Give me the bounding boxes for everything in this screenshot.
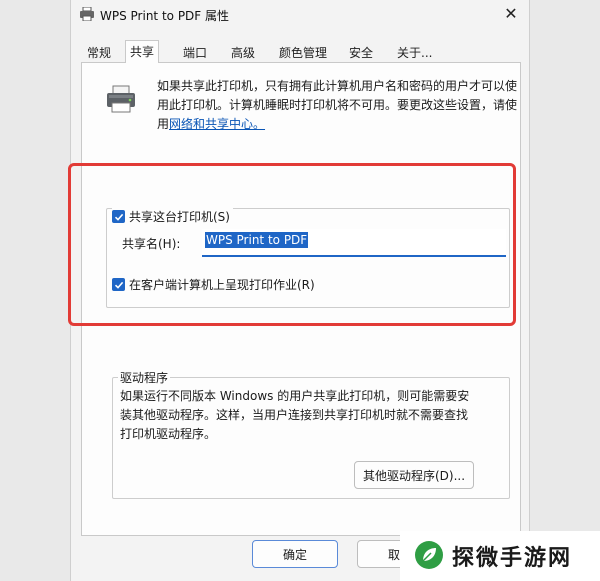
background-left: [0, 0, 70, 581]
sharing-description: 如果共享此打印机，只有拥有此计算机用户名和密码的用户才可以使 用此打印机。计算机…: [157, 77, 517, 134]
brand-watermark: 探微手游网: [400, 531, 600, 581]
tab-sharing[interactable]: 共享: [125, 40, 160, 63]
tab-color-management[interactable]: 颜色管理: [275, 42, 331, 62]
close-button[interactable]: ✕: [499, 4, 523, 24]
highlight-frame: [68, 163, 516, 326]
background-right: [530, 0, 600, 581]
drivers-description: 如果运行不同版本 Windows 的用户共享此打印机，则可能需要安 装其他驱动程…: [120, 387, 496, 444]
drivers-line-3: 打印机驱动程序。: [120, 427, 217, 441]
tab-about[interactable]: 关于...: [393, 42, 436, 62]
printer-title-icon: [79, 6, 95, 22]
printer-icon: [105, 83, 137, 115]
drivers-line-1: 如果运行不同版本 Windows 的用户共享此打印机，则可能需要安: [120, 389, 470, 403]
description-line-3-prefix: 用: [157, 117, 170, 131]
tab-general[interactable]: 常规: [83, 42, 115, 62]
additional-drivers-button[interactable]: 其他驱动程序(D)...: [354, 461, 474, 489]
close-icon: ✕: [504, 4, 518, 23]
ok-button[interactable]: 确定: [252, 540, 338, 568]
tab-strip: 常规 共享 端口 高级 颜色管理 安全 关于...: [81, 40, 521, 63]
tab-advanced[interactable]: 高级: [227, 42, 259, 62]
network-sharing-center-link[interactable]: 网络和共享中心。: [169, 117, 265, 131]
description-line-3: 用网络和共享中心。: [157, 115, 517, 134]
drivers-line-2: 装其他驱动程序。这样，当用户连接到共享打印机时就不需要查找: [120, 408, 469, 422]
description-line-1: 如果共享此打印机，只有拥有此计算机用户名和密码的用户才可以使: [157, 79, 518, 93]
drivers-legend: 驱动程序: [118, 369, 171, 386]
leaf-logo-icon: [414, 540, 444, 573]
description-line-2: 用此打印机。计算机睡眠时打印机将不可用。要更改这些设置，请使: [157, 98, 518, 112]
tab-security[interactable]: 安全: [345, 42, 377, 62]
title-bar: WPS Print to PDF 属性 ✕: [71, 0, 529, 30]
window-title: WPS Print to PDF 属性: [100, 9, 230, 23]
brand-text: 探微手游网: [452, 546, 573, 571]
tab-ports[interactable]: 端口: [179, 42, 211, 62]
